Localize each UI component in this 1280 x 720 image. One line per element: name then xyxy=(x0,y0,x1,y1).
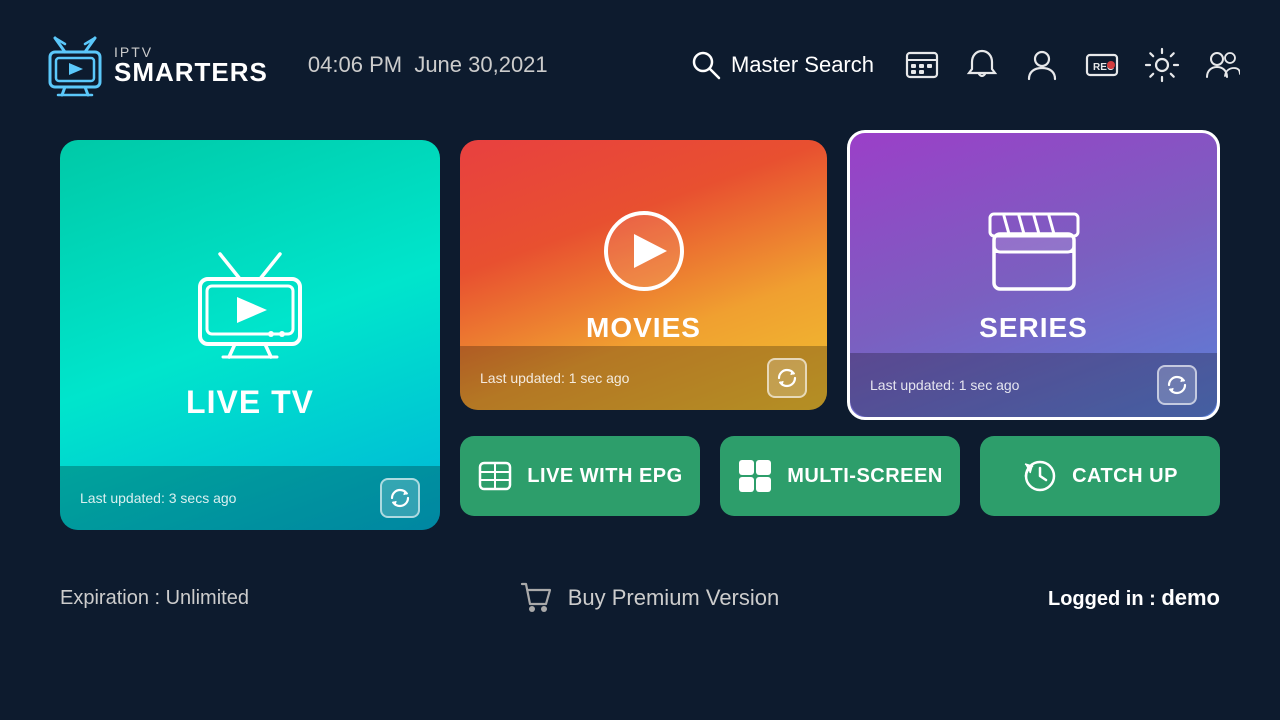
logo-smarters: SMARTERS xyxy=(114,59,268,85)
catch-up-icon xyxy=(1022,458,1058,494)
multi-screen-label: MULTI-SCREEN xyxy=(787,465,943,488)
main-content: LIVE TV Last updated: 3 secs ago xyxy=(0,130,1280,566)
live-tv-title: LIVE TV xyxy=(186,384,314,421)
series-footer: Last updated: 1 sec ago xyxy=(850,353,1217,417)
search-icon xyxy=(691,50,721,80)
movies-title: MOVIES xyxy=(586,312,701,344)
cards-row: LIVE TV Last updated: 3 secs ago xyxy=(60,140,1220,530)
right-column: MOVIES Last updated: 1 sec ago xyxy=(460,140,1220,516)
multi-screen-icon xyxy=(737,458,773,494)
series-icon xyxy=(984,206,1084,296)
movies-icon xyxy=(599,206,689,296)
catch-up-button[interactable]: CATCH UP xyxy=(980,436,1220,516)
cart-icon xyxy=(518,580,554,616)
settings-icon[interactable] xyxy=(1144,47,1180,83)
date-display: June 30,2021 xyxy=(414,52,547,77)
movies-footer: Last updated: 1 sec ago xyxy=(460,346,827,410)
live-tv-card[interactable]: LIVE TV Last updated: 3 secs ago xyxy=(60,140,440,530)
header-icons: REC xyxy=(904,47,1240,83)
logo-text: IPTV SMARTERS xyxy=(114,45,268,85)
live-tv-refresh[interactable] xyxy=(380,478,420,518)
notification-icon[interactable] xyxy=(964,47,1000,83)
iptv-logo-icon xyxy=(40,30,110,100)
buy-premium-button[interactable]: Buy Premium Version xyxy=(518,580,780,616)
series-card[interactable]: SERIES Last updated: 1 sec ago xyxy=(847,130,1220,420)
live-epg-icon xyxy=(477,458,513,494)
search-area[interactable]: Master Search xyxy=(691,50,874,80)
series-title: SERIES xyxy=(979,312,1088,344)
series-refresh[interactable] xyxy=(1157,365,1197,405)
epg-icon[interactable] xyxy=(904,47,940,83)
live-epg-button[interactable]: LIVE WITH EPG xyxy=(460,436,700,516)
movies-updated: Last updated: 1 sec ago xyxy=(480,370,629,386)
footer: Expiration : Unlimited Buy Premium Versi… xyxy=(0,566,1280,616)
live-tv-footer: Last updated: 3 secs ago xyxy=(60,466,440,530)
search-label: Master Search xyxy=(731,52,874,78)
bottom-buttons: LIVE WITH EPG MULTI-SCREEN xyxy=(460,436,1220,516)
multi-user-icon[interactable] xyxy=(1204,47,1240,83)
top-right-row: MOVIES Last updated: 1 sec ago xyxy=(460,140,1220,420)
logged-in-area: Logged in : demo xyxy=(1048,585,1220,611)
live-epg-label: LIVE WITH EPG xyxy=(527,465,682,488)
movies-card[interactable]: MOVIES Last updated: 1 sec ago xyxy=(460,140,827,410)
series-updated: Last updated: 1 sec ago xyxy=(870,377,1019,393)
catch-up-label: CATCH UP xyxy=(1072,465,1178,488)
movies-refresh[interactable] xyxy=(767,358,807,398)
live-tv-updated: Last updated: 3 secs ago xyxy=(80,490,236,506)
time-display: 04:06 PM xyxy=(308,52,402,77)
logged-in-user: demo xyxy=(1161,585,1220,610)
logged-in-label: Logged in : xyxy=(1048,588,1161,610)
datetime: 04:06 PM June 30,2021 xyxy=(308,52,548,78)
user-icon[interactable] xyxy=(1024,47,1060,83)
record-icon[interactable]: REC xyxy=(1084,47,1120,83)
multi-screen-button[interactable]: MULTI-SCREEN xyxy=(720,436,960,516)
logo-area: IPTV SMARTERS xyxy=(40,30,268,100)
buy-premium-label: Buy Premium Version xyxy=(568,585,780,611)
live-tv-icon xyxy=(185,249,315,364)
header: IPTV SMARTERS 04:06 PM June 30,2021 Mast… xyxy=(0,0,1280,130)
expiration-text: Expiration : Unlimited xyxy=(60,587,249,610)
